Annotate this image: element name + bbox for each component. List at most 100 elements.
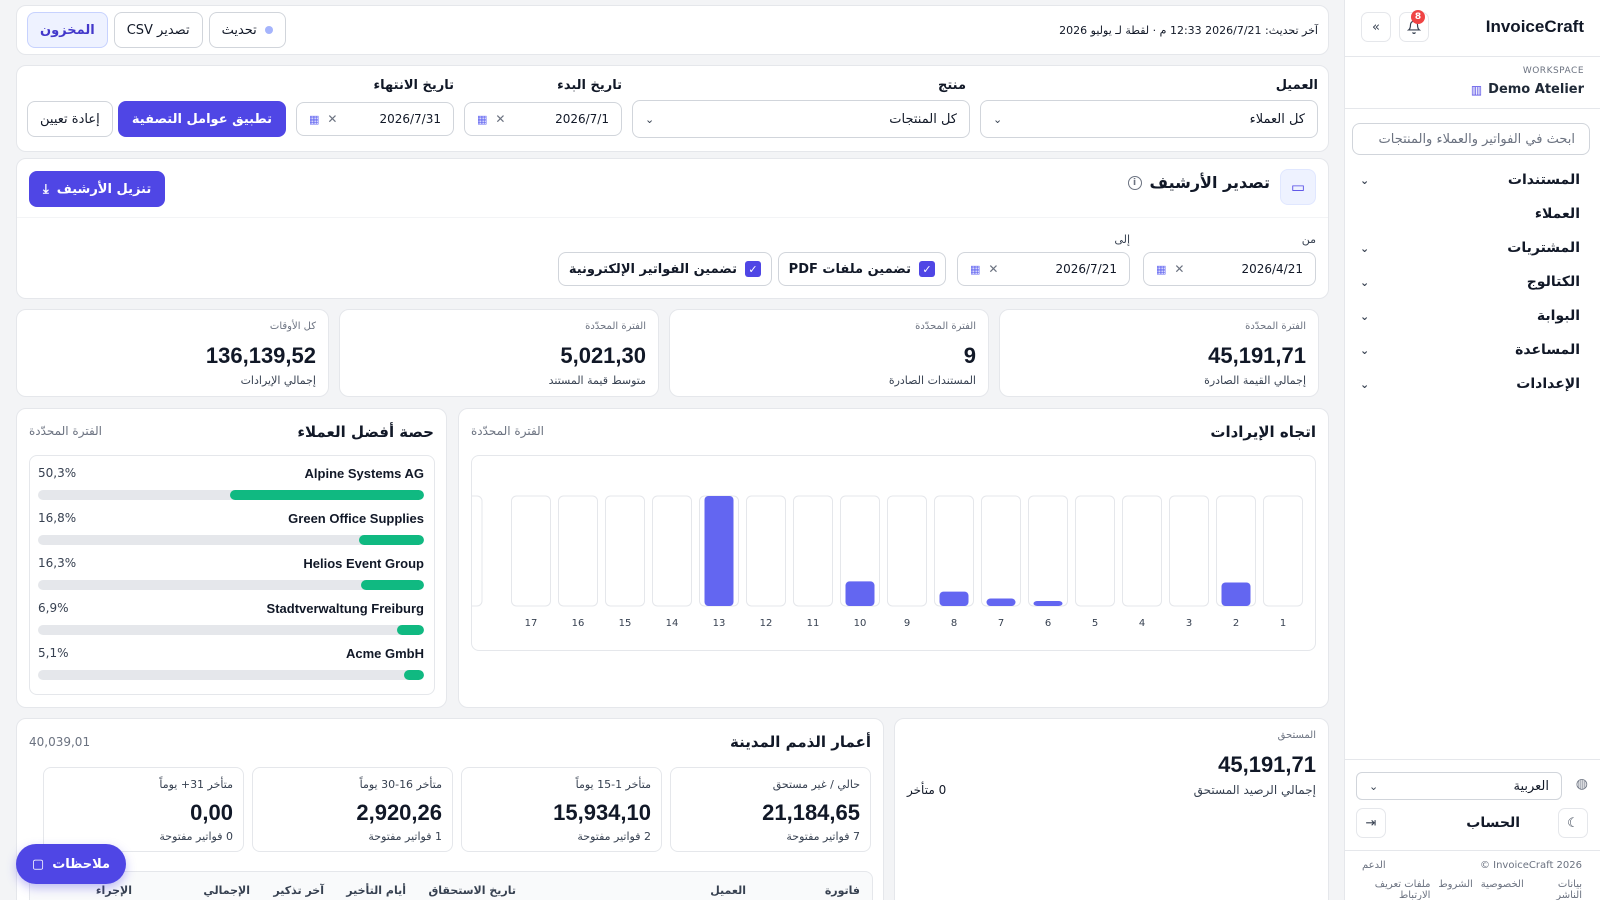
- date-value: 2026/7/31: [379, 112, 441, 126]
- clear-icon[interactable]: ✕: [327, 112, 337, 126]
- stat-label: إجمالي القيمة الصادرة: [1204, 374, 1306, 387]
- archive-from-date-input[interactable]: 2026/4/21 ▦ ✕: [1143, 252, 1316, 286]
- button-label: تحديث: [221, 22, 257, 38]
- checkbox-label: تضمين ملفات PDF: [788, 261, 911, 277]
- column-header-last-reminder[interactable]: آخر تذكير: [273, 884, 324, 897]
- date-value: 2026/7/21: [1055, 262, 1117, 276]
- account-label[interactable]: الحساب: [1386, 815, 1558, 831]
- button-label: تصدير CSV: [126, 22, 190, 38]
- download-archive-button[interactable]: تنزيل الأرشيف ⤓: [29, 171, 166, 207]
- sidebar-item-label: الإعدادات: [1516, 376, 1580, 392]
- customer-share-row: Helios Event Group 16,3%: [38, 556, 424, 592]
- column-header-customer[interactable]: العميل: [710, 884, 746, 897]
- product-select[interactable]: كل المنتجات ⌄: [632, 100, 970, 138]
- sidebar-item-catalog[interactable]: الكتالوج ⌄: [1344, 265, 1600, 299]
- footer-link-privacy[interactable]: الخصوصية: [1481, 879, 1524, 900]
- revenue-bar[interactable]: [845, 581, 875, 606]
- chat-bubble-icon: ▢: [31, 856, 45, 872]
- calendar-icon[interactable]: ▦: [1156, 263, 1166, 276]
- brand-logo[interactable]: InvoiceCraft: [1486, 17, 1584, 37]
- calendar-icon[interactable]: ▦: [477, 113, 487, 126]
- revenue-bar[interactable]: [704, 496, 734, 606]
- clear-icon[interactable]: ✕: [495, 112, 505, 126]
- start-date-input[interactable]: 2026/7/1 ▦ ✕: [464, 102, 622, 136]
- footer-link-cookies[interactable]: ملفات تعريف الارتباط: [1345, 879, 1431, 900]
- info-icon[interactable]: i: [1127, 175, 1142, 190]
- footer-link-terms[interactable]: الشروط: [1438, 879, 1472, 900]
- due-value: 45,191,71: [1218, 752, 1316, 777]
- stat-period: الفترة المحدّدة: [915, 321, 976, 332]
- stat-value: 5,021,30: [560, 343, 646, 368]
- to-date-label: إلى: [1114, 233, 1130, 246]
- workspace-switcher[interactable]: Demo Atelier ▥: [1471, 82, 1584, 97]
- bucket-count: 0 فواتير مفتوحة: [159, 830, 233, 843]
- refresh-button[interactable]: تحديث: [208, 12, 286, 48]
- customer-select[interactable]: كل العملاء ⌄: [980, 100, 1318, 138]
- reset-filters-button[interactable]: إعادة تعيين: [27, 101, 113, 137]
- column-header-due-date[interactable]: تاريخ الاستحقاق: [428, 884, 516, 897]
- notifications-button[interactable]: 8: [1399, 10, 1429, 42]
- calendar-icon[interactable]: ▦: [309, 113, 319, 126]
- column-header-days-overdue[interactable]: أيام التأخير: [346, 884, 406, 897]
- revenue-bar[interactable]: [1221, 582, 1251, 606]
- theme-toggle-button[interactable]: ☾: [1558, 808, 1588, 838]
- end-date-input[interactable]: 2026/7/31 ▦ ✕: [296, 102, 454, 136]
- customer-name: Green Office Supplies: [288, 511, 424, 526]
- workspace-label: WORKSPACE: [1522, 66, 1584, 76]
- calendar-icon[interactable]: ▦: [970, 263, 980, 276]
- clear-icon[interactable]: ✕: [988, 262, 998, 276]
- inventory-button[interactable]: المخزون: [27, 12, 108, 48]
- share-bar-fill: [397, 625, 424, 635]
- search-input[interactable]: [1352, 123, 1590, 155]
- sidebar-item-customers[interactable]: العملاء: [1344, 197, 1600, 231]
- button-label: تنزيل الأرشيف: [56, 181, 152, 197]
- sidebar-nav: المستندات ⌄ العملاء المشتريات ⌄ الكتالوج ⌄ …: [1344, 163, 1600, 401]
- export-csv-button[interactable]: تصدير CSV: [113, 12, 203, 48]
- sidebar-item-documents[interactable]: المستندات ⌄: [1344, 163, 1600, 197]
- sidebar-item-settings[interactable]: الإعدادات ⌄: [1344, 367, 1600, 401]
- customer-share-row: Acme GmbH 5,1%: [38, 646, 424, 682]
- logout-button[interactable]: ⇥: [1356, 808, 1386, 838]
- double-chevron-icon: «: [1372, 19, 1380, 35]
- customer-share-list: Alpine Systems AG 50,3% Green Office Suppl…: [29, 455, 435, 695]
- chevron-down-icon: ⌄: [1360, 377, 1370, 391]
- checkmark-icon: ✓: [919, 261, 935, 277]
- archive-to-date-input[interactable]: 2026/7/21 ▦ ✕: [957, 252, 1130, 286]
- share-bar-fill: [361, 580, 424, 590]
- language-select[interactable]: العربية ⌄: [1356, 772, 1562, 800]
- chevron-down-icon: ⌄: [993, 112, 1003, 126]
- bar-track: [472, 495, 483, 607]
- sidebar-item-purchases[interactable]: المشتريات ⌄: [1344, 231, 1600, 265]
- sidebar-item-portal[interactable]: البوابة ⌄: [1344, 299, 1600, 333]
- footer-link-imprint[interactable]: بيانات الناشر: [1532, 879, 1582, 900]
- globe-icon: ◍: [1575, 776, 1588, 792]
- column-header-action[interactable]: الإجراء: [96, 884, 132, 897]
- x-tick-label: 12: [760, 618, 773, 629]
- support-link[interactable]: الدعم: [1362, 860, 1386, 871]
- building-icon: ▥: [1470, 82, 1483, 97]
- x-tick-label: 1: [1280, 618, 1286, 629]
- x-tick-label: 9: [904, 618, 910, 629]
- notes-button[interactable]: ملاحظات ▢: [16, 844, 126, 884]
- share-bar-track: [38, 670, 424, 680]
- customer-name: Stadtverwaltung Freiburg: [266, 601, 424, 616]
- bucket-label: حالي / غير مستحق: [772, 778, 860, 791]
- chevron-down-icon: ⌄: [645, 112, 655, 126]
- clear-icon[interactable]: ✕: [1174, 262, 1184, 276]
- revenue-bar[interactable]: [1033, 601, 1063, 606]
- column-header-invoice[interactable]: فاتورة: [825, 884, 860, 897]
- revenue-bar[interactable]: [939, 591, 969, 606]
- include-einvoices-checkbox[interactable]: ✓ تضمين الفواتير الإلكترونية: [557, 252, 772, 286]
- sidebar-item-help[interactable]: المساعدة ⌄: [1344, 333, 1600, 367]
- bar-track: [746, 495, 786, 607]
- include-pdf-checkbox[interactable]: ✓ تضمين ملفات PDF: [777, 252, 946, 286]
- share-bar-fill: [404, 670, 424, 680]
- apply-filters-button[interactable]: تطبيق عوامل التصفية: [117, 101, 286, 137]
- bar-track: [981, 495, 1021, 607]
- share-bar-track: [38, 580, 424, 590]
- collapse-sidebar-button[interactable]: «: [1361, 12, 1391, 42]
- workspace-name: Demo Atelier: [1488, 82, 1584, 97]
- revenue-bar[interactable]: [986, 598, 1016, 606]
- x-tick-label: 15: [619, 618, 632, 629]
- column-header-total[interactable]: الإجمالي: [203, 884, 250, 897]
